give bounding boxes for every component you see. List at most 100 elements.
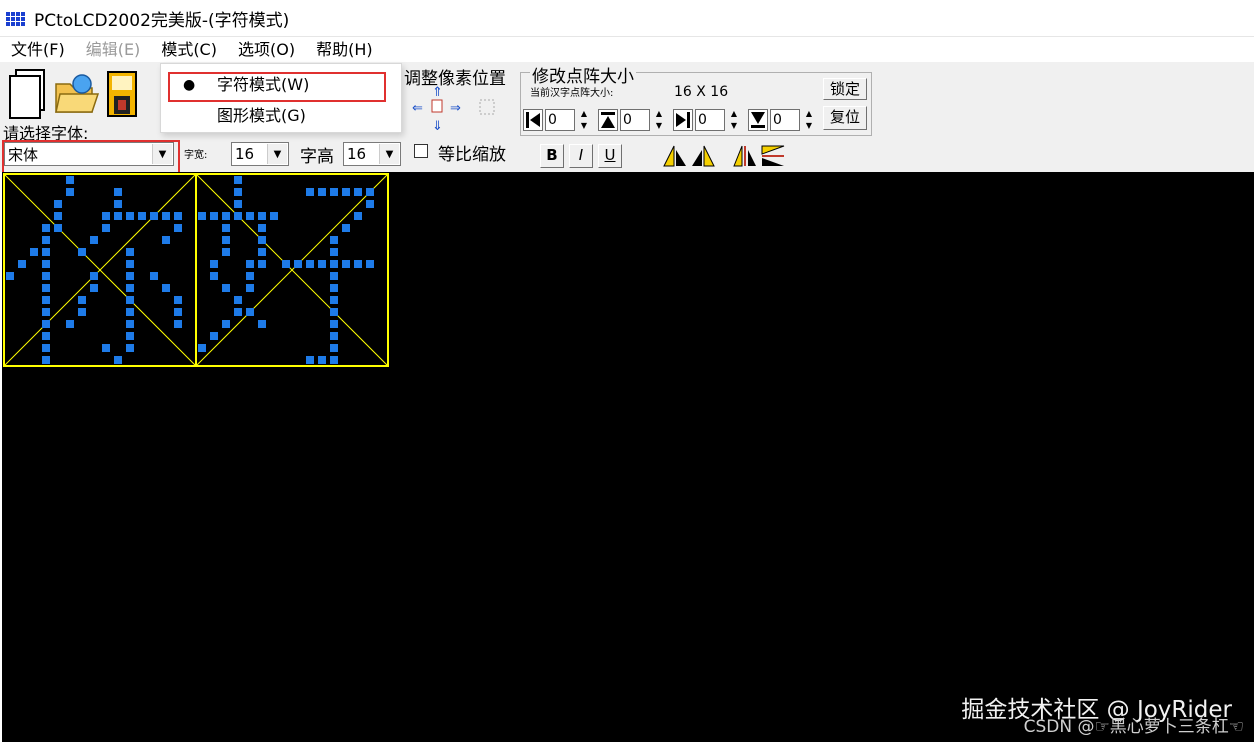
watermark-csdn: CSDN @☞黑心萝卜三条杠☜ — [1023, 717, 1244, 737]
pixel-dot — [222, 320, 230, 328]
char-width-select[interactable]: 16 ▼ — [231, 142, 289, 166]
rotate-right-icon[interactable] — [690, 144, 716, 168]
proportional-checkbox[interactable] — [414, 144, 428, 158]
menu-file[interactable]: 文件(F) — [0, 37, 75, 63]
character-grid[interactable] — [2, 172, 402, 372]
pixel-dot — [330, 344, 338, 352]
pixel-dot — [294, 260, 302, 268]
pixel-dot — [102, 212, 110, 220]
char-height-select[interactable]: 16 ▼ — [343, 142, 401, 166]
spinner-left[interactable]: 0 ▲ ▼ — [523, 108, 591, 132]
dot-matrix-canvas[interactable]: 掘金技术社区 @ JoyRider CSDN @☞黑心萝卜三条杠☜ — [2, 172, 1254, 742]
spinner-left-value[interactable]: 0 — [545, 109, 575, 131]
pixel-dot — [342, 260, 350, 268]
pixel-dot — [114, 200, 122, 208]
bold-button[interactable]: B — [540, 144, 564, 168]
lock-button[interactable]: 锁定 — [823, 78, 867, 100]
spinner-top[interactable]: 0 ▲ ▼ — [598, 108, 666, 132]
rotate-left-icon[interactable] — [662, 144, 688, 168]
pixel-dot — [42, 236, 50, 244]
italic-button[interactable]: I — [569, 144, 593, 168]
pixel-dot — [246, 308, 254, 316]
pixel-dot — [6, 272, 14, 280]
pixel-dot — [174, 296, 182, 304]
pixel-dot — [318, 260, 326, 268]
pixel-dot — [234, 296, 242, 304]
pixel-dot — [126, 248, 134, 256]
menu-bar: 文件(F) 编辑(E) 模式(C) 选项(O) 帮助(H) — [0, 36, 1254, 62]
pixel-dot — [306, 260, 314, 268]
chevron-down-icon[interactable]: ▼ — [267, 144, 287, 164]
menu-item-graphic-mode[interactable]: 图形模式(G) — [161, 102, 401, 130]
pixel-dot — [174, 320, 182, 328]
menu-options[interactable]: 选项(O) — [227, 37, 305, 63]
new-file-icon[interactable] — [6, 68, 50, 120]
pixel-dot — [258, 236, 266, 244]
pixel-dot — [174, 308, 182, 316]
title-bar: PCtoLCD2002完美版-(字符模式) — [0, 0, 1254, 36]
pixel-dot — [126, 260, 134, 268]
pixel-dot — [162, 236, 170, 244]
open-folder-icon[interactable] — [52, 70, 100, 118]
pixel-dot — [306, 356, 314, 364]
pixel-dot — [90, 272, 98, 280]
char-height-label: 字高 — [300, 147, 334, 167]
pixel-dot — [210, 212, 218, 220]
shift-down-icon: ⇓ — [432, 119, 443, 134]
chevron-down-icon[interactable]: ▼ — [379, 144, 399, 164]
pixel-dot — [318, 356, 326, 364]
bottom-margin-icon — [748, 109, 768, 131]
pixel-dot — [258, 224, 266, 232]
mirror-vertical-icon[interactable] — [760, 144, 786, 168]
spinner-right-value[interactable]: 0 — [695, 109, 725, 131]
reset-button[interactable]: 复位 — [823, 106, 867, 130]
underline-button[interactable]: U — [598, 144, 622, 168]
pixel-dot — [42, 320, 50, 328]
char-width-label: 字宽: — [184, 150, 208, 161]
pixel-dot — [126, 308, 134, 316]
pixel-dot — [222, 248, 230, 256]
menu-item-graphic-mode-label: 图形模式(G) — [217, 106, 306, 125]
spinner-bottom[interactable]: 0 ▲ ▼ — [748, 108, 816, 132]
pixel-dot — [330, 236, 338, 244]
pixel-dot — [150, 212, 158, 220]
char-height-value: 16 — [347, 145, 367, 163]
pixel-dot — [366, 260, 374, 268]
pixel-dot — [198, 212, 206, 220]
pixel-dot — [126, 332, 134, 340]
pixel-dot — [126, 272, 134, 280]
pixel-dot — [222, 212, 230, 220]
pixel-shift-arrows[interactable]: ⇑ ⇐ ⇒ ⇓ — [410, 84, 506, 136]
pixel-dot — [354, 212, 362, 220]
spinner-top-value[interactable]: 0 — [620, 109, 650, 131]
top-margin-icon — [598, 109, 618, 131]
pixel-dot — [234, 212, 242, 220]
pixel-dot — [330, 332, 338, 340]
spinner-right[interactable]: 0 ▲ ▼ — [673, 108, 741, 132]
pixel-dot — [126, 212, 134, 220]
mirror-horizontal-icon[interactable] — [732, 144, 758, 168]
pixel-dot — [234, 188, 242, 196]
pixel-dot — [102, 224, 110, 232]
pixel-dot — [162, 212, 170, 220]
menu-help[interactable]: 帮助(H) — [305, 37, 383, 63]
pixel-dot — [90, 284, 98, 292]
menu-mode[interactable]: 模式(C) — [150, 37, 227, 63]
pixel-dot — [78, 296, 86, 304]
pixel-dot — [30, 248, 38, 256]
pixel-dot — [42, 224, 50, 232]
save-icon[interactable] — [106, 68, 138, 120]
pixel-dot — [42, 332, 50, 340]
pixel-dot — [222, 224, 230, 232]
spinner-bottom-value[interactable]: 0 — [770, 109, 800, 131]
menu-edit[interactable]: 编辑(E) — [75, 37, 151, 63]
pixel-dot — [318, 188, 326, 196]
left-margin-icon — [523, 109, 543, 131]
pixel-dot — [126, 320, 134, 328]
pixel-dot — [42, 260, 50, 268]
pixel-dot — [114, 356, 122, 364]
current-size-value: 16 X 16 — [674, 84, 729, 100]
pixel-dot — [366, 200, 374, 208]
pixel-dot — [354, 188, 362, 196]
pixel-dot — [42, 296, 50, 304]
